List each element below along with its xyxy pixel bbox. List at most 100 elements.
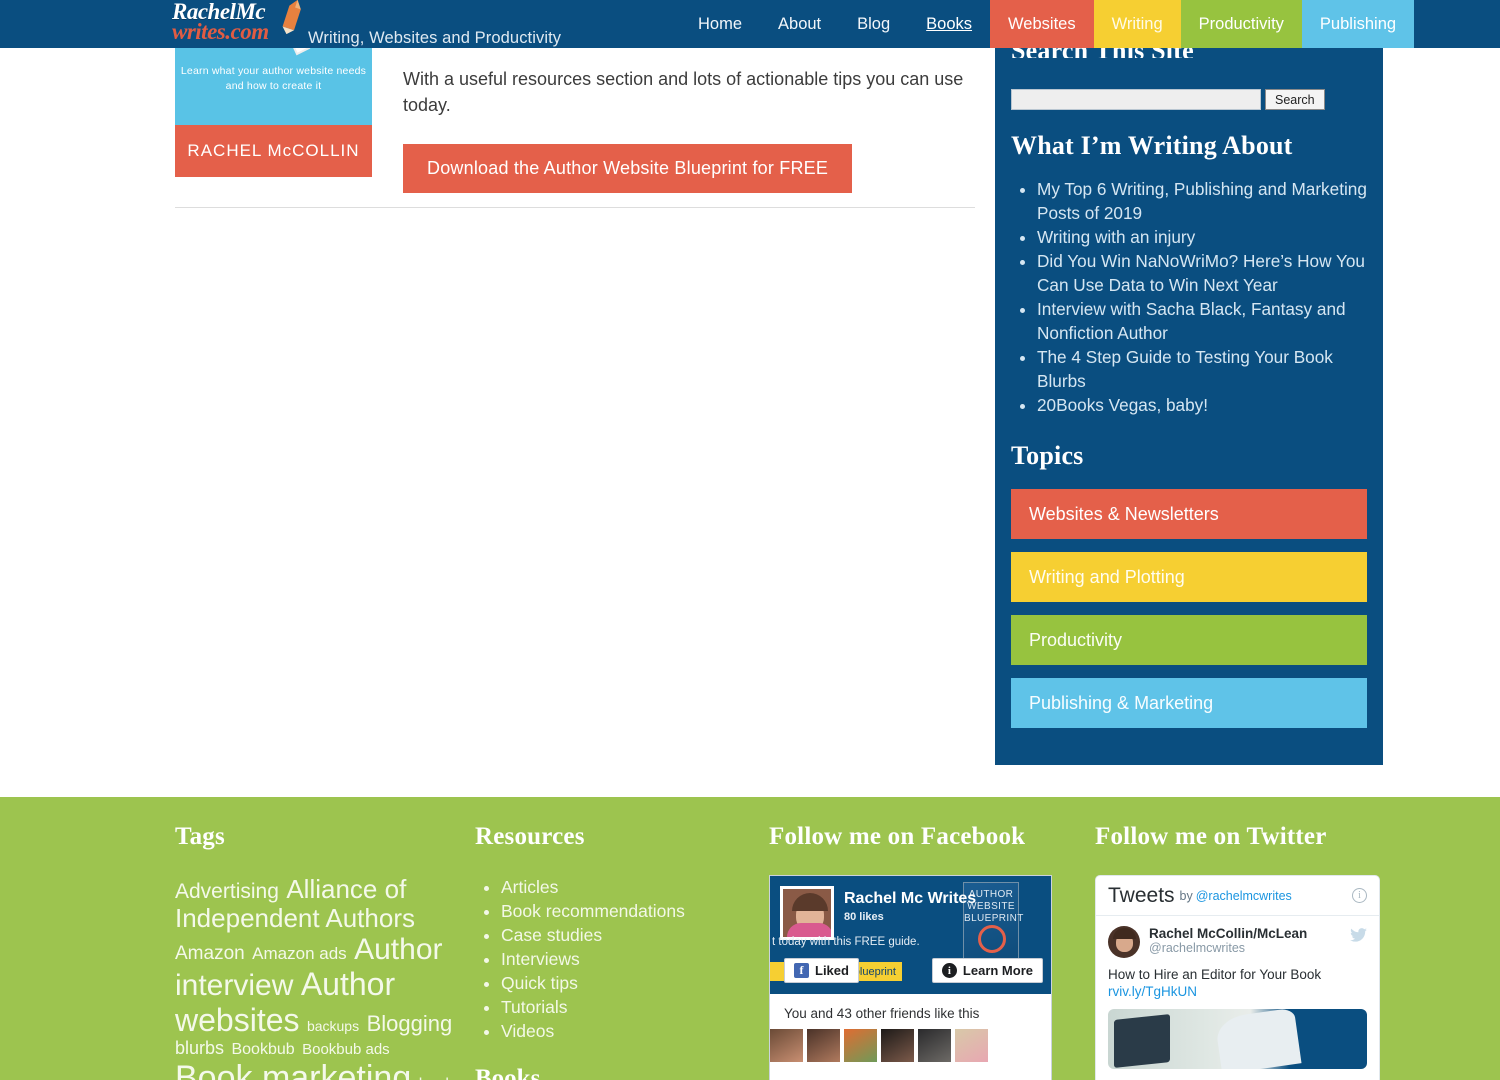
facebook-page-widget[interactable]: AUTHOR WEBSITE BLUEPRINT Rachel Mc Write… — [769, 875, 1052, 1080]
list-item[interactable]: Videos — [501, 1019, 755, 1043]
facebook-heading: Follow me on Facebook — [769, 823, 1026, 850]
tag-link[interactable]: Amazon — [175, 943, 245, 964]
twitter-widget-header: Tweets by @rachelmcwrites i — [1096, 876, 1379, 916]
nav-item-websites[interactable]: Websites — [990, 0, 1094, 48]
tag-link[interactable]: Advertising — [175, 880, 279, 903]
list-item[interactable]: Case studies — [501, 923, 755, 947]
tag-link[interactable]: Bookbub ads — [302, 1041, 390, 1059]
book-cover-subtitle: Learn what your author website needs and… — [180, 65, 367, 92]
facebook-like-count: 80 likes — [844, 911, 884, 923]
tag-link[interactable]: backups — [307, 1018, 359, 1034]
list-item[interactable]: 20Books Vegas, baby! — [1037, 393, 1367, 417]
nav-item-blog[interactable]: Blog — [839, 0, 908, 48]
twitter-widget-handle-link[interactable]: @rachelmcwrites — [1196, 889, 1292, 903]
tag-link[interactable]: blurbs — [175, 1038, 224, 1058]
nav-item-publishing[interactable]: Publishing — [1301, 0, 1415, 48]
search-form: Search — [1011, 89, 1325, 110]
promo-paragraph: With a useful resources section and lots… — [403, 69, 964, 115]
page-body: Learn what your author website needs and… — [0, 0, 1500, 797]
site-tagline: Writing, Websites and Productivity — [308, 29, 562, 47]
list-item[interactable]: Writing with an injury — [1037, 225, 1367, 249]
facebook-cover-caption: t today with this FREE guide. — [772, 936, 920, 948]
facebook-like-button-label: Liked — [815, 963, 849, 978]
tag-cloud: Advertising Alliance of Independent Auth… — [175, 874, 465, 1080]
topic-websites-newsletters[interactable]: Websites & Newsletters — [1011, 489, 1367, 539]
topic-writing-plotting[interactable]: Writing and Plotting — [1011, 552, 1367, 602]
twitter-timeline-widget[interactable]: Tweets by @rachelmcwrites i Rachel McCol… — [1095, 875, 1380, 1080]
globe-icon — [978, 925, 1006, 953]
list-item[interactable]: The 4 Step Guide to Testing Your Book Bl… — [1037, 345, 1367, 393]
facebook-cover-photo: AUTHOR WEBSITE BLUEPRINT Rachel Mc Write… — [770, 876, 1051, 994]
book-cover-author: RACHEL McCOLLIN — [175, 125, 372, 177]
nav-item-writing[interactable]: Writing — [1093, 0, 1181, 48]
nav-item-home[interactable]: Home — [680, 0, 760, 48]
twitter-heading: Follow me on Twitter — [1095, 823, 1327, 850]
site-header: RachelMc writes.com Writing, Websites an… — [0, 0, 1500, 48]
list-item[interactable]: Did You Win NaNoWriMo? Here’s How You Ca… — [1037, 249, 1367, 297]
tweet-author-handle: @rachelmcwrites — [1149, 941, 1246, 955]
tweet-preview-image — [1108, 1009, 1367, 1069]
writing-about-section: What I’m Writing About My Top 6 Writing,… — [1011, 131, 1367, 417]
facebook-friend-avatars — [770, 1029, 1051, 1062]
resources-list: Articles Book recommendations Case studi… — [501, 875, 755, 1043]
topic-publishing-marketing[interactable]: Publishing & Marketing — [1011, 678, 1367, 728]
search-button[interactable]: Search — [1265, 89, 1325, 110]
search-input[interactable] — [1011, 89, 1261, 110]
footer-column-facebook: Follow me on Facebook AUTHOR WEBSITE BLU… — [769, 823, 1069, 1080]
download-blueprint-button[interactable]: Download the Author Website Blueprint fo… — [403, 144, 853, 193]
footer-column-twitter: Follow me on Twitter Tweets by @rachelmc… — [1095, 823, 1395, 1080]
avatar — [1108, 926, 1140, 958]
facebook-page-name: Rachel Mc Writes — [844, 890, 977, 907]
site-logo[interactable]: RachelMc writes.com — [172, 0, 304, 45]
avatar — [955, 1029, 988, 1062]
topic-productivity[interactable]: Productivity — [1011, 615, 1367, 665]
tag-link[interactable]: Book marketing — [175, 1059, 411, 1080]
nav-item-about[interactable]: About — [760, 0, 839, 48]
twitter-bird-icon — [1350, 928, 1367, 942]
info-icon[interactable]: i — [1352, 888, 1367, 903]
list-item[interactable]: Tutorials — [501, 995, 755, 1019]
facebook-like-button[interactable]: f Liked — [784, 958, 859, 983]
list-item[interactable]: Quick tips — [501, 971, 755, 995]
list-item[interactable]: Book recommendations — [501, 899, 755, 923]
avatar — [881, 1029, 914, 1062]
list-item[interactable]: Interview with Sacha Black, Fantasy and … — [1037, 297, 1367, 345]
recent-posts-list: My Top 6 Writing, Publishing and Marketi… — [1037, 177, 1367, 417]
tweet-author-name: Rachel McCollin/McLean — [1149, 926, 1308, 941]
avatar — [918, 1029, 951, 1062]
tag-link[interactable]: Bookbub — [231, 1041, 294, 1058]
content-divider — [175, 207, 975, 208]
footer-column-tags: Tags Advertising Alliance of Independent… — [175, 823, 465, 1080]
facebook-learn-more-label: Learn More — [962, 963, 1033, 978]
avatar — [807, 1029, 840, 1062]
info-icon: i — [941, 963, 957, 978]
list-item[interactable]: My Top 6 Writing, Publishing and Marketi… — [1037, 177, 1367, 225]
list-item[interactable]: Articles — [501, 875, 755, 899]
topics-section: Topics Websites & Newsletters Writing an… — [1011, 441, 1367, 741]
avatar — [770, 1029, 803, 1062]
topics-heading: Topics — [1011, 441, 1084, 470]
writing-about-heading: What I’m Writing About — [1011, 131, 1293, 160]
site-footer: Tags Advertising Alliance of Independent… — [0, 797, 1500, 1080]
avatar — [780, 886, 834, 940]
resources-heading: Resources — [475, 823, 585, 850]
tag-link[interactable]: Amazon ads — [252, 944, 347, 963]
main-navigation: Home About Blog Books Websites Writing P… — [680, 0, 1415, 48]
list-item[interactable]: Interviews — [501, 947, 755, 971]
facebook-logo-icon: f — [794, 963, 809, 978]
avatar — [844, 1029, 877, 1062]
nav-item-productivity[interactable]: Productivity — [1180, 0, 1302, 48]
twitter-widget-by: by — [1179, 888, 1193, 903]
twitter-tweet: Rachel McCollin/McLean @rachelmcwrites H… — [1096, 916, 1379, 1069]
topics-list: Websites & Newsletters Writing and Plott… — [1011, 489, 1367, 728]
nav-item-books[interactable]: Books — [908, 0, 990, 48]
books-heading: Books — [475, 1065, 541, 1080]
sidebar: Search This Site Search What I’m Writing… — [995, 0, 1383, 765]
tags-heading: Tags — [175, 823, 225, 850]
tweet-text: How to Hire an Editor for Your Book — [1108, 967, 1322, 982]
tweet-link[interactable]: rviv.ly/TgHkUN — [1108, 984, 1367, 999]
twitter-widget-title: Tweets — [1108, 883, 1175, 907]
facebook-learn-more-button[interactable]: i Learn More — [931, 958, 1043, 983]
tag-link[interactable]: Blogging — [367, 1011, 453, 1036]
facebook-friends-text: You and 43 other friends like this — [784, 1006, 980, 1021]
